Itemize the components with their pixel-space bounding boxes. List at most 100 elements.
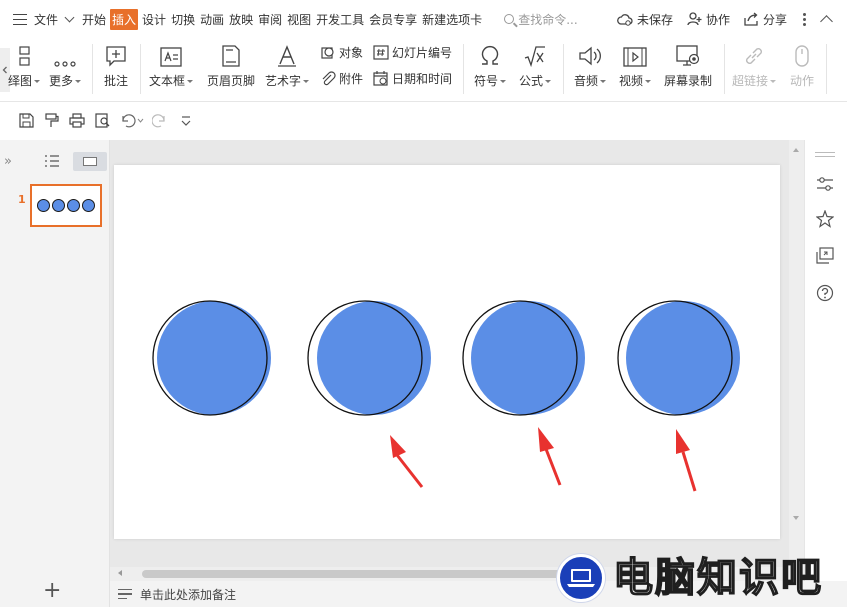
audio-label: 音频 [573, 74, 598, 88]
sidebar-grip[interactable] [815, 152, 835, 160]
editing-area [110, 140, 804, 567]
menubar-right: 未保存 协作 分享 [617, 0, 847, 38]
wordart-label: 艺术字 [264, 74, 301, 88]
star-effect-icon[interactable] [816, 210, 834, 228]
redo-icon[interactable] [152, 113, 168, 128]
menu-file[interactable]: 文件 [34, 11, 58, 28]
thumbnail-view-tab[interactable] [73, 152, 107, 171]
chevron-down-icon[interactable] [64, 12, 75, 22]
more-button[interactable]: 更多 [44, 38, 86, 102]
red-arrow [390, 435, 424, 488]
formula-label: 公式 [518, 74, 543, 88]
slide-panel: » 1 + [0, 140, 110, 607]
save-icon[interactable] [19, 113, 34, 128]
shapes-label: 绎图 [8, 74, 33, 88]
audio-button[interactable]: 音频 [570, 38, 610, 102]
header-footer-button[interactable]: 页眉页脚 [203, 38, 259, 102]
command-search[interactable]: 查找命令... [504, 11, 578, 28]
tab-design[interactable]: 设计 [141, 11, 167, 28]
search-icon [504, 14, 515, 24]
symbol-button[interactable]: 符号 [470, 38, 510, 102]
comment-button[interactable]: 批注 [99, 38, 133, 102]
more-label: 更多 [48, 74, 73, 88]
datetime-label: 日期和时间 [392, 72, 453, 86]
attachment-button[interactable]: 附件 [320, 70, 363, 87]
tab-home[interactable]: 开始 [81, 11, 107, 28]
format-painter-icon[interactable] [44, 113, 59, 128]
unsaved-label: 未保存 [636, 12, 673, 27]
calendar-icon [373, 71, 388, 86]
circle-shape[interactable] [152, 300, 271, 416]
adjust-icon[interactable] [816, 176, 834, 192]
collapse-ribbon-icon[interactable] [820, 14, 833, 28]
action-label: 动作 [789, 74, 814, 88]
tab-new-tab[interactable]: 新建选项卡 [421, 11, 483, 28]
circle-shape[interactable] [307, 300, 431, 416]
ellipsis-icon [54, 61, 76, 67]
tab-insert[interactable]: 插入 [110, 8, 139, 30]
slide-number-button[interactable]: 幻灯片编号 [373, 44, 452, 61]
thumb-circle [37, 199, 50, 212]
speaker-icon [579, 46, 601, 66]
tab-animation[interactable]: 动画 [199, 11, 225, 28]
tab-review[interactable]: 审阅 [257, 11, 283, 28]
slide-switch-icon[interactable] [816, 247, 834, 265]
watermark: 电脑知识吧 [557, 552, 823, 604]
hyperlink-button[interactable]: 超链接 [730, 38, 778, 102]
user-plus-icon [687, 12, 702, 26]
header-footer-icon [222, 45, 240, 67]
slide-number-icon [373, 45, 389, 60]
shapes-button[interactable]: 绎图 [8, 38, 41, 102]
shapes-icon [19, 46, 30, 66]
quick-access-toolbar [0, 102, 847, 140]
textbox-button[interactable]: 文本框 [146, 38, 196, 102]
red-arrow [538, 427, 562, 486]
object-button[interactable]: 对象 [320, 44, 363, 61]
vertical-scrollbar[interactable] [789, 140, 804, 567]
screen-record-icon [676, 45, 700, 66]
video-button[interactable]: 视频 [615, 38, 655, 102]
add-slide-button[interactable]: + [43, 580, 61, 602]
collab-button[interactable]: 协作 [687, 11, 730, 28]
slide-canvas[interactable] [114, 165, 780, 539]
wordart-button[interactable]: 艺术字 [263, 38, 311, 102]
link-icon [746, 48, 762, 64]
more-options-icon[interactable] [803, 12, 806, 26]
comment-icon [106, 46, 126, 67]
collab-label: 协作 [705, 12, 730, 27]
omega-icon [481, 45, 499, 65]
circle-shape[interactable] [462, 300, 585, 416]
slide-thumbnail[interactable] [30, 184, 102, 227]
hamburger-menu-icon[interactable] [13, 13, 28, 25]
datetime-button[interactable]: 日期和时间 [373, 70, 452, 87]
help-icon[interactable] [816, 284, 834, 302]
tab-developer[interactable]: 开发工具 [315, 11, 365, 28]
thumb-circle [82, 199, 95, 212]
print-preview-icon[interactable] [95, 113, 111, 128]
tab-slideshow[interactable]: 放映 [228, 11, 254, 28]
outline-view-icon[interactable] [44, 155, 60, 167]
action-button[interactable]: 动作 [784, 38, 820, 102]
customize-toolbar-icon[interactable] [180, 113, 192, 128]
tab-member[interactable]: 会员专享 [368, 11, 418, 28]
circle-shape[interactable] [617, 300, 740, 416]
video-label: 视频 [618, 74, 643, 88]
object-icon [321, 47, 334, 59]
print-icon[interactable] [69, 113, 85, 128]
search-placeholder: 查找命令... [518, 12, 578, 27]
tab-view[interactable]: 视图 [286, 11, 312, 28]
formula-button[interactable]: 公式 [515, 38, 555, 102]
share-button[interactable]: 分享 [744, 11, 787, 28]
unsaved-button[interactable]: 未保存 [617, 11, 673, 28]
thumb-circle [52, 199, 65, 212]
paperclip-icon [322, 71, 336, 86]
slide-drawing [152, 300, 740, 492]
tab-transitions[interactable]: 切换 [170, 11, 196, 28]
laptop-logo-icon [557, 554, 605, 602]
slide-number-label: 幻灯片编号 [392, 46, 453, 60]
screen-record-button[interactable]: 屏幕录制 [660, 38, 716, 102]
watermark-text: 电脑知识吧 [612, 555, 823, 601]
thumbnail-view-icon [83, 157, 97, 166]
expand-panel-icon[interactable]: » [4, 154, 12, 169]
undo-icon[interactable] [120, 113, 144, 128]
